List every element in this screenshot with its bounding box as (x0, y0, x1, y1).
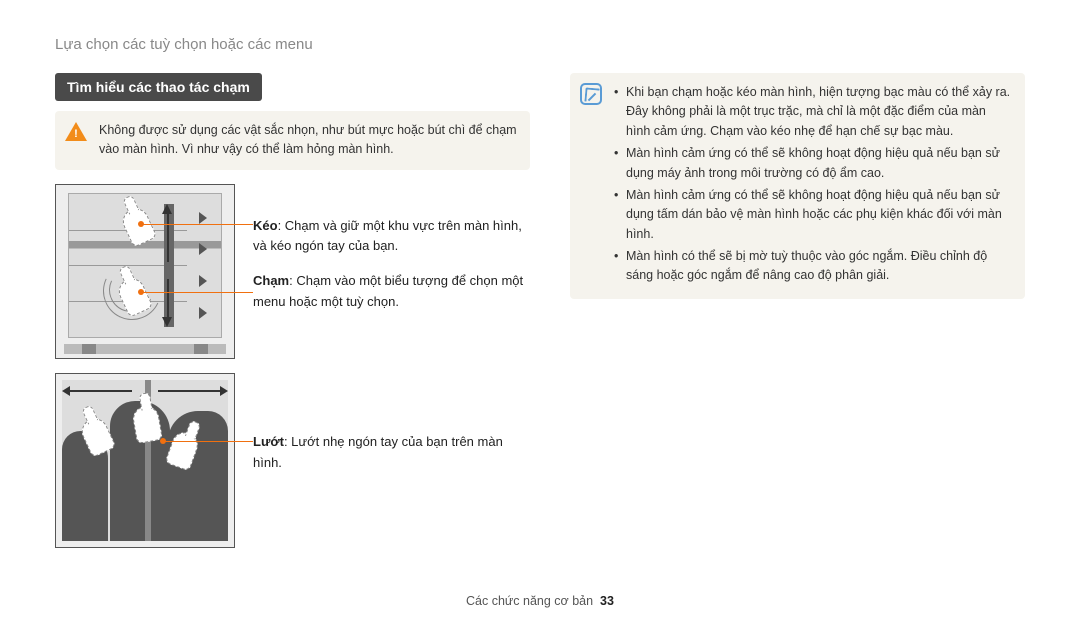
figure-drag-tap (55, 184, 235, 359)
gesture-flick-text: Lướt: Lướt nhẹ ngón tay của bạn trên màn… (253, 432, 530, 474)
warning-text: Không được sử dụng các vật sắc nhọn, như… (99, 123, 517, 156)
page-footer: Các chức năng cơ bản 33 (0, 594, 1080, 608)
note-list: Khi bạn chạm hoặc kéo màn hình, hiện tượ… (614, 83, 1013, 286)
footer-page-number: 33 (600, 594, 614, 608)
leader-line (141, 224, 253, 226)
gesture-drag-tap-block: Kéo: Chạm và giữ một khu vực trên màn hì… (55, 184, 530, 359)
left-column: Tìm hiểu các thao tác chạm Không được sử… (55, 73, 530, 548)
leader-line (163, 441, 253, 443)
figure-flick (55, 373, 235, 548)
right-column: Khi bạn chạm hoặc kéo màn hình, hiện tượ… (570, 73, 1025, 548)
section-title: Tìm hiểu các thao tác chạm (55, 73, 262, 101)
note-item: Màn hình cảm ứng có thể sẽ không hoạt độ… (614, 186, 1013, 244)
gesture-drag-text: Kéo: Chạm và giữ một khu vực trên màn hì… (253, 216, 530, 258)
gesture-flick-block: Lướt: Lướt nhẹ ngón tay của bạn trên màn… (55, 373, 530, 548)
leader-line (141, 292, 253, 294)
note-callout: Khi bạn chạm hoặc kéo màn hình, hiện tượ… (570, 73, 1025, 299)
chevron-right-icon (199, 275, 207, 287)
note-item: Màn hình có thể sẽ bị mờ tuỳ thuộc vào g… (614, 247, 1013, 286)
arrow-right-icon (158, 390, 220, 392)
gesture-tap-text: Chạm: Chạm vào một biểu tượng để chọn mộ… (253, 271, 530, 313)
note-item: Màn hình cảm ứng có thể sẽ không hoạt độ… (614, 144, 1013, 183)
chevron-right-icon (199, 243, 207, 255)
warning-icon (65, 121, 89, 145)
chevron-right-icon (199, 307, 207, 319)
note-item: Khi bạn chạm hoặc kéo màn hình, hiện tượ… (614, 83, 1013, 141)
note-icon (580, 83, 604, 107)
breadcrumb: Lựa chọn các tuỳ chọn hoặc các menu (55, 36, 1025, 53)
warning-callout: Không được sử dụng các vật sắc nhọn, như… (55, 111, 530, 170)
chevron-right-icon (199, 212, 207, 224)
arrow-left-icon (70, 390, 132, 392)
footer-section-label: Các chức năng cơ bản (466, 594, 593, 608)
